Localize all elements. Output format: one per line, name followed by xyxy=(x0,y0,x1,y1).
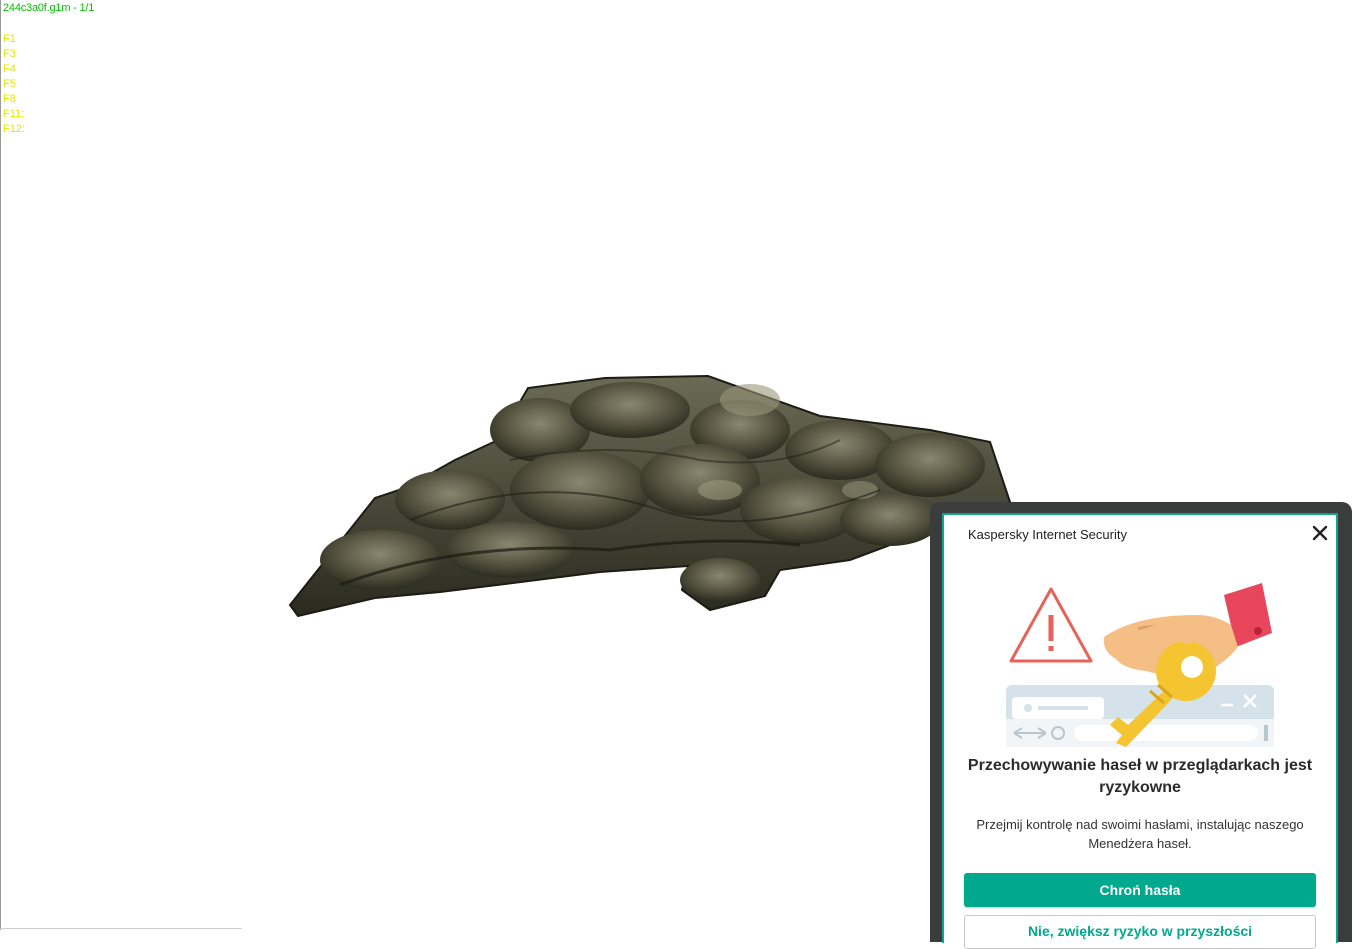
popup-title: Kaspersky Internet Security xyxy=(968,527,1127,542)
password-illustration xyxy=(1006,583,1274,747)
viewport-divider xyxy=(0,928,242,929)
close-icon[interactable] xyxy=(1310,523,1330,543)
rock-mesh xyxy=(288,374,1012,618)
fkey-label: F12: xyxy=(3,123,26,135)
fkey-label: F4 xyxy=(3,63,16,75)
viewport-border xyxy=(0,0,1,930)
fkey-label: F8 xyxy=(3,93,16,105)
fkey-label: F5 xyxy=(3,78,16,90)
model-file-title: 244c3a0f.g1m - 1/1 xyxy=(3,2,95,14)
fkey-label: F3 xyxy=(3,48,16,60)
fkey-label: F1 xyxy=(3,33,16,45)
function-key-list: F1 F3 F4 F5 F8 F11: F12: xyxy=(3,32,25,137)
popup-description: Przejmij kontrolę nad swoimi hasłami, in… xyxy=(976,817,1304,851)
kaspersky-popup: Kaspersky Internet Security Przechowywan… xyxy=(942,513,1338,949)
popup-headline: Przechowywanie haseł w przeglądarkach je… xyxy=(967,757,1313,796)
fkey-label: F11: xyxy=(3,108,25,120)
protect-passwords-button[interactable]: Chroń hasła xyxy=(964,873,1316,907)
decline-button[interactable]: Nie, zwiększ ryzyko w przyszłości xyxy=(964,915,1316,949)
warning-triangle-icon xyxy=(1009,587,1093,663)
